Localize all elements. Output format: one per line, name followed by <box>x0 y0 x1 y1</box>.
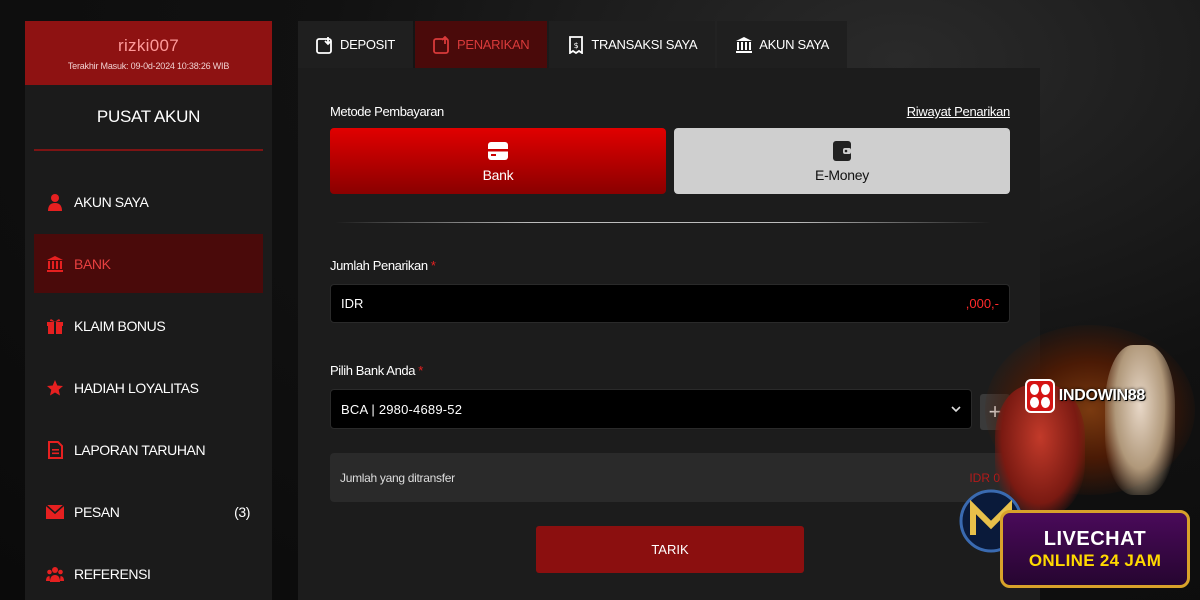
sidebar-item-referensi[interactable]: REFERENSI <box>34 544 263 600</box>
livechat-line2: ONLINE 24 JAM <box>1028 550 1162 570</box>
amount-suffix: ,000,- <box>965 296 999 311</box>
transaction-tabs: DEPOSIT PENARIKAN $ TRANSAKSI SAYA AKUN … <box>298 21 849 68</box>
account-sidebar: rizki007 Terakhir Masuk: 09-0d-2024 10:3… <box>25 21 272 600</box>
brand-logo-icon <box>1025 379 1055 413</box>
sidebar-item-klaim-bonus[interactable]: KLAIM BONUS <box>34 296 263 355</box>
amount-label: Jumlah Penarikan * <box>330 258 436 273</box>
sidebar-item-hadiah-loyalitas[interactable]: HADIAH LOYALITAS <box>34 358 263 417</box>
bank-label: Pilih Bank Anda * <box>330 363 423 378</box>
user-header: rizki007 Terakhir Masuk: 09-0d-2024 10:3… <box>25 21 272 85</box>
section-divider <box>335 222 991 223</box>
bank-select[interactable]: BCA | 2980-4689-52 <box>330 389 972 429</box>
transfer-label: Jumlah yang ditransfer <box>340 470 455 485</box>
sidebar-item-label: LAPORAN TARUHAN <box>74 441 206 458</box>
sidebar-item-label: AKUN SAYA <box>74 193 149 210</box>
sidebar-item-laporan-taruhan[interactable]: LAPORAN TARUHAN <box>34 420 263 479</box>
payment-method-header: Metode Pembayaran Riwayat Penarikan <box>330 104 1010 119</box>
method-bank-button[interactable]: Bank <box>330 128 666 194</box>
method-bank-label: Bank <box>482 166 514 183</box>
bank-icon <box>46 255 64 273</box>
method-emoney-button[interactable]: E-Money <box>674 128 1010 194</box>
wallet-icon <box>831 140 853 162</box>
sidebar-item-label: KLAIM BONUS <box>74 317 166 334</box>
user-icon <box>46 193 64 211</box>
promo-overlay[interactable]: INDOWIN88 LIVECHAT ONLINE 24 JAM <box>955 325 1200 600</box>
brand-badge: INDOWIN88 <box>1025 378 1145 414</box>
star-icon <box>46 379 64 397</box>
promo-character-right <box>1105 345 1175 495</box>
livechat-line1: LIVECHAT <box>1043 527 1147 550</box>
withdraw-submit-button[interactable]: TARIK <box>536 526 804 573</box>
mail-icon <box>46 503 64 521</box>
bank-icon <box>735 36 753 54</box>
tab-label: PENARIKAN <box>456 37 530 52</box>
receipt-icon: $ <box>567 35 585 54</box>
sidebar-item-label: PESAN <box>74 503 120 520</box>
currency-prefix: IDR <box>341 296 364 311</box>
amount-input[interactable]: IDR ,000,- <box>330 284 1010 323</box>
tab-deposit[interactable]: DEPOSIT <box>298 21 413 68</box>
group-icon <box>46 565 64 583</box>
sidebar-item-bank[interactable]: BANK <box>34 234 263 293</box>
withdraw-history-link[interactable]: Riwayat Penarikan <box>907 104 1011 119</box>
sidebar-menu: AKUN SAYA BANK KLAIM BONUS HADIAH LOYALI… <box>25 172 272 600</box>
sidebar-item-label: REFERENSI <box>74 565 151 582</box>
bank-select-value: BCA | 2980-4689-52 <box>341 401 463 417</box>
sidebar-item-akun-saya[interactable]: AKUN SAYA <box>34 172 263 231</box>
payment-method-label: Metode Pembayaran <box>330 104 444 119</box>
deposit-icon <box>316 36 334 54</box>
brand-name: INDOWIN88 <box>1058 387 1146 404</box>
tab-label: DEPOSIT <box>340 37 395 52</box>
tab-label: TRANSAKSI SAYA <box>591 37 698 52</box>
amount-label-text: Jumlah Penarikan <box>330 258 428 273</box>
sidebar-item-label: HADIAH LOYALITAS <box>74 379 199 396</box>
report-icon <box>46 440 64 459</box>
transfer-summary: Jumlah yang ditransfer IDR 0 <box>330 453 1010 502</box>
card-icon <box>487 140 509 162</box>
required-mark: * <box>418 363 423 378</box>
tab-transaksi-saya[interactable]: $ TRANSAKSI SAYA <box>549 21 716 68</box>
livechat-banner[interactable]: LIVECHAT ONLINE 24 JAM <box>1000 510 1190 588</box>
svg-text:$: $ <box>574 41 579 50</box>
last-login-text: Terakhir Masuk: 09-0d-2024 10:38:26 WIB <box>67 60 230 71</box>
withdraw-panel: Metode Pembayaran Riwayat Penarikan Bank… <box>298 68 1040 600</box>
message-count-badge: (3) <box>234 503 250 520</box>
username: rizki007 <box>118 35 179 55</box>
sidebar-divider <box>34 149 263 151</box>
sidebar-item-pesan[interactable]: PESAN (3) <box>34 482 263 541</box>
withdraw-icon <box>433 35 451 54</box>
tab-penarikan[interactable]: PENARIKAN <box>414 21 548 68</box>
gift-icon <box>46 317 64 335</box>
method-emoney-label: E-Money <box>815 166 869 183</box>
bank-label-text: Pilih Bank Anda <box>330 363 416 378</box>
required-mark: * <box>430 258 436 273</box>
tab-akun-saya[interactable]: AKUN SAYA <box>717 21 848 68</box>
sidebar-item-label: BANK <box>74 255 111 272</box>
sidebar-title: PUSAT AKUN <box>96 107 201 126</box>
tab-label: AKUN SAYA <box>759 37 830 52</box>
